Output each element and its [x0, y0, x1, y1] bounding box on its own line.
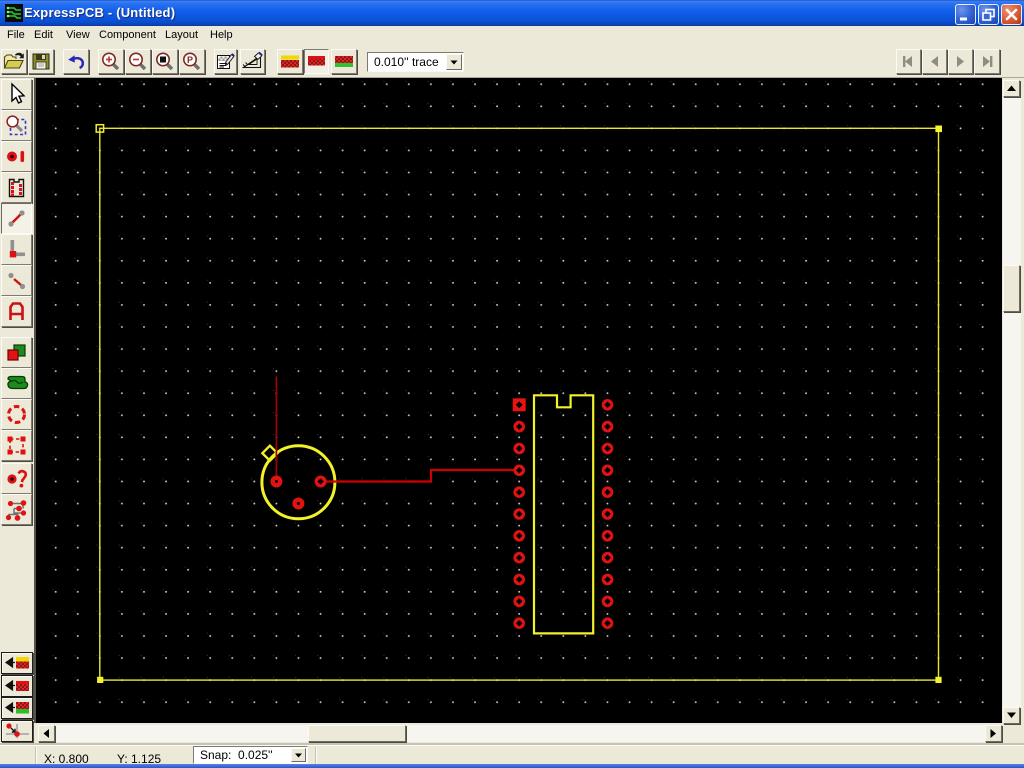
svg-text:P: P: [187, 55, 193, 65]
